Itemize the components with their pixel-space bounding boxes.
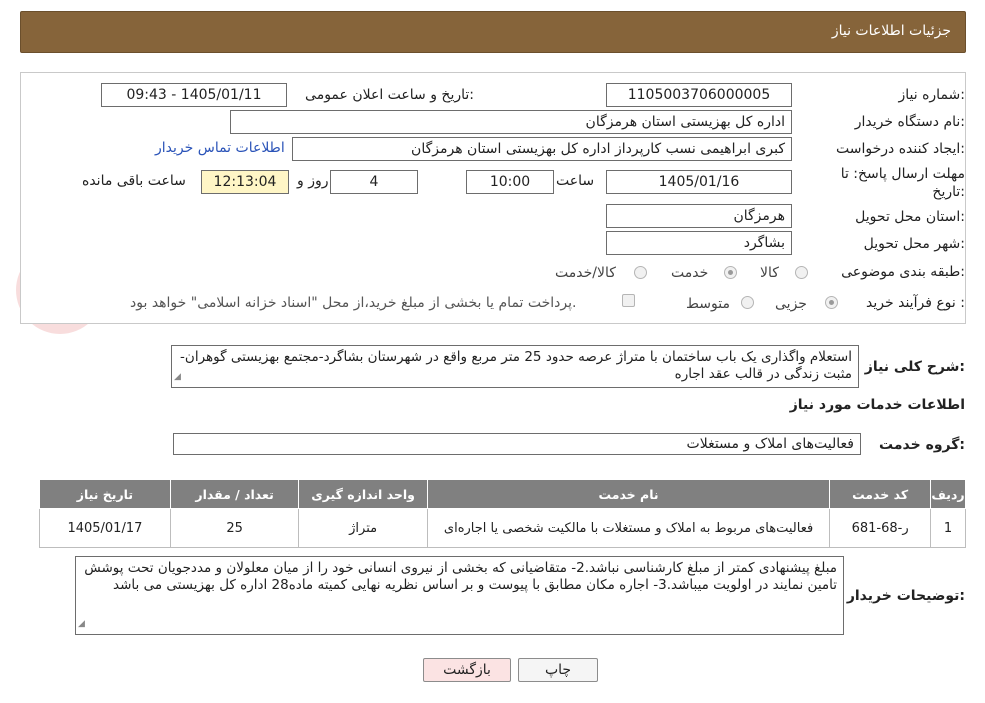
purchase-radio-medium[interactable] xyxy=(741,296,754,309)
buyer-notes-text: مبلغ پیشنهادی کمتر از مبلغ کارشناسی نباش… xyxy=(84,560,837,593)
category-label: طبقه بندی موضوعی: xyxy=(841,264,965,280)
announce-label: تاریخ و ساعت اعلان عمومی: xyxy=(305,87,474,103)
deadline-label: مهلت ارسال پاسخ: تا xyxy=(840,166,965,182)
buyer-contact-link[interactable]: اطلاعات تماس خریدار xyxy=(155,140,285,156)
province-field: هرمزگان xyxy=(606,204,792,228)
announce-field: 1405/01/11 - 09:43 xyxy=(101,83,287,107)
cell-unit: متراژ xyxy=(298,508,428,548)
category-option-goods: کالا xyxy=(760,265,779,281)
remaining-time-field: 12:13:04 xyxy=(201,170,289,194)
city-label: شهر محل تحویل: xyxy=(863,236,965,252)
buyer-org-field: اداره کل بهزیستی استان هرمزگان xyxy=(230,110,792,134)
back-button[interactable]: بازگشت xyxy=(423,658,511,682)
cell-service-name: فعالیت‌های مربوط به املاک و مستغلات با م… xyxy=(426,508,831,548)
description-textarea[interactable]: استعلام واگذاری یک باب ساختمان با متراژ … xyxy=(171,345,859,388)
resize-grip-icon[interactable]: ◢ xyxy=(78,616,85,633)
deadline-date-field: 1405/01/16 xyxy=(606,170,792,194)
category-option-goods-service: کالا/خدمت xyxy=(555,265,616,281)
remaining-time-label: ساعت باقی مانده xyxy=(82,173,186,189)
requester-label: ایجاد کننده درخواست: xyxy=(836,141,965,157)
cell-row-number: 1 xyxy=(930,508,966,548)
treasury-bonds-checkbox[interactable] xyxy=(622,294,635,307)
col-row-number: ردیف xyxy=(930,479,966,509)
buyer-notes-label: توضیحات خریدار: xyxy=(846,588,965,604)
category-option-service: خدمت xyxy=(671,265,709,281)
days-label: روز و xyxy=(297,173,329,189)
print-button[interactable]: چاپ xyxy=(518,658,598,682)
buyer-notes-textarea[interactable]: مبلغ پیشنهادی کمتر از مبلغ کارشناسی نباش… xyxy=(75,556,844,635)
service-group-field: فعالیت‌های املاک و مستغلات xyxy=(173,433,861,455)
service-group-label: گروه خدمت: xyxy=(879,437,965,453)
province-label: استان محل تحویل: xyxy=(855,209,965,225)
cell-quantity: 25 xyxy=(169,508,300,548)
description-text: استعلام واگذاری یک باب ساختمان با متراژ … xyxy=(180,349,852,382)
cell-service-code: ر-68-681 xyxy=(829,508,932,548)
remaining-days-field: 4 xyxy=(330,170,418,194)
resize-grip-icon[interactable]: ◢ xyxy=(174,369,181,386)
page-title: جزئیات اطلاعات نیاز xyxy=(831,23,951,39)
table-header-row: ردیف کد خدمت نام خدمت واحد اندازه گیری ت… xyxy=(39,479,966,509)
buyer-org-label: نام دستگاه خریدار: xyxy=(854,114,965,130)
col-service-name: نام خدمت xyxy=(426,479,831,509)
city-field: بشاگرد xyxy=(606,231,792,255)
purchase-type-label: نوع فرآیند خرید : xyxy=(866,295,965,311)
page-title-bar: جزئیات اطلاعات نیاز xyxy=(20,11,966,53)
category-radio-goods-service[interactable] xyxy=(634,266,647,279)
need-number-field: 1105003706000005 xyxy=(606,83,792,107)
treasury-bonds-text: پرداخت تمام یا بخشی از مبلغ خرید،از محل … xyxy=(130,295,577,311)
deadline-label-line2: تاریخ: xyxy=(932,184,965,200)
col-unit: واحد اندازه گیری xyxy=(298,479,428,509)
requester-field: کبری ابراهیمی نسب کارپرداز اداره کل بهزی… xyxy=(292,137,792,161)
category-radio-goods[interactable] xyxy=(795,266,808,279)
purchase-radio-minor[interactable] xyxy=(825,296,838,309)
services-section-title: اطلاعات خدمات مورد نیاز xyxy=(789,397,965,413)
description-label: شرح کلی نیاز: xyxy=(864,359,965,375)
cell-need-date: 1405/01/17 xyxy=(39,508,171,548)
deadline-time-label: ساعت xyxy=(556,173,595,189)
table-row: 1 ر-68-681 فعالیت‌های مربوط به املاک و م… xyxy=(39,508,966,548)
purchase-option-minor: جزیی xyxy=(775,296,807,312)
need-number-label: شماره نیاز: xyxy=(898,87,965,103)
col-need-date: تاریخ نیاز xyxy=(39,479,171,509)
col-quantity: تعداد / مقدار xyxy=(169,479,300,509)
services-table: ردیف کد خدمت نام خدمت واحد اندازه گیری ت… xyxy=(39,479,966,548)
category-radio-service[interactable] xyxy=(724,266,737,279)
deadline-time-field: 10:00 xyxy=(466,170,554,194)
purchase-option-medium: متوسط xyxy=(686,296,730,312)
col-service-code: کد خدمت xyxy=(829,479,932,509)
